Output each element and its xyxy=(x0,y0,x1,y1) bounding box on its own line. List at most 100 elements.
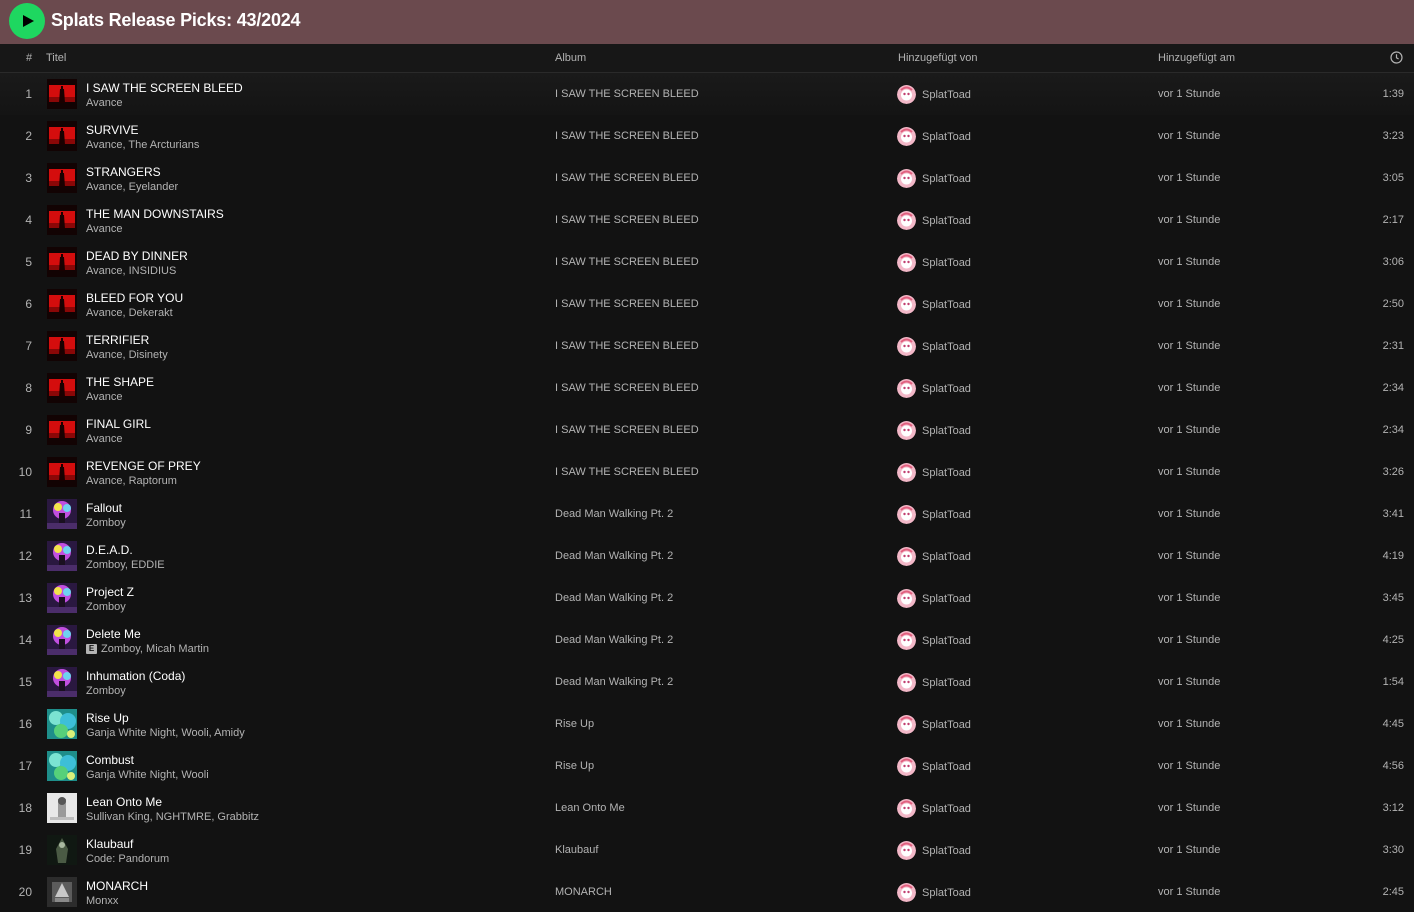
added-by[interactable]: SplatToad xyxy=(897,379,971,398)
track-row[interactable]: 20 MONARCH Monxx MONARCH SplatToad vor 1 Stun… xyxy=(0,871,1414,912)
track-artists[interactable]: Monxx xyxy=(86,895,118,907)
track-row[interactable]: 17 Combust Ganja White Night, Wooli Rise Up… xyxy=(0,745,1414,787)
track-title[interactable]: SURVIVE xyxy=(86,123,138,137)
track-artists-text[interactable]: Zomboy xyxy=(86,601,126,613)
added-by[interactable]: SplatToad xyxy=(897,799,971,818)
clock-icon[interactable] xyxy=(1390,51,1403,64)
track-album[interactable]: I SAW THE SCREEN BLEED xyxy=(555,130,699,142)
track-album[interactable]: Dead Man Walking Pt. 2 xyxy=(555,634,673,646)
track-album[interactable]: I SAW THE SCREEN BLEED xyxy=(555,172,699,184)
track-artists[interactable]: Zomboy xyxy=(86,601,126,613)
track-artists[interactable]: Zomboy xyxy=(86,685,126,697)
added-by[interactable]: SplatToad xyxy=(897,757,971,776)
track-title[interactable]: DEAD BY DINNER xyxy=(86,249,188,263)
track-album[interactable]: I SAW THE SCREEN BLEED xyxy=(555,214,699,226)
track-artists[interactable]: Avance, Raptorum xyxy=(86,475,177,487)
track-row[interactable]: 2 SURVIVE Avance, The Arcturians I SAW THE … xyxy=(0,115,1414,157)
track-row[interactable]: 10 REVENGE OF PREY Avance, Raptorum I SAW T… xyxy=(0,451,1414,493)
track-artists-text[interactable]: Avance xyxy=(86,223,123,235)
track-title[interactable]: MONARCH xyxy=(86,879,148,893)
track-title[interactable]: Rise Up xyxy=(86,711,129,725)
added-by-name[interactable]: SplatToad xyxy=(922,887,971,899)
avatar[interactable] xyxy=(897,169,916,188)
track-artists-text[interactable]: Avance, The Arcturians xyxy=(86,139,199,151)
play-button[interactable] xyxy=(9,3,45,39)
avatar[interactable] xyxy=(897,841,916,860)
track-artists-text[interactable]: Sullivan King, NGHTMRE, Grabbitz xyxy=(86,811,259,823)
track-album[interactable]: I SAW THE SCREEN BLEED xyxy=(555,340,699,352)
added-by-name[interactable]: SplatToad xyxy=(922,509,971,521)
track-artists-text[interactable]: Zomboy, Micah Martin xyxy=(101,643,209,655)
track-album[interactable]: I SAW THE SCREEN BLEED xyxy=(555,382,699,394)
added-by-name[interactable]: SplatToad xyxy=(922,467,971,479)
track-row[interactable]: 1 I SAW THE SCREEN BLEED Avance I SAW THE S… xyxy=(0,73,1414,115)
track-artists[interactable]: Avance xyxy=(86,433,123,445)
track-title[interactable]: REVENGE OF PREY xyxy=(86,459,201,473)
added-by-name[interactable]: SplatToad xyxy=(922,89,971,101)
track-album[interactable]: I SAW THE SCREEN BLEED xyxy=(555,424,699,436)
added-by[interactable]: SplatToad xyxy=(897,211,971,230)
track-title[interactable]: Inhumation (Coda) xyxy=(86,669,185,683)
track-row[interactable]: 5 DEAD BY DINNER Avance, INSIDIUS I SAW THE… xyxy=(0,241,1414,283)
added-by-name[interactable]: SplatToad xyxy=(922,551,971,563)
track-artists-text[interactable]: Ganja White Night, Wooli xyxy=(86,769,209,781)
track-title[interactable]: Project Z xyxy=(86,585,134,599)
added-by[interactable]: SplatToad xyxy=(897,337,971,356)
track-title[interactable]: D.E.A.D. xyxy=(86,543,133,557)
track-artists[interactable]: Zomboy xyxy=(86,517,126,529)
track-artists-text[interactable]: Zomboy, EDDIE xyxy=(86,559,165,571)
track-album[interactable]: Dead Man Walking Pt. 2 xyxy=(555,508,673,520)
added-by-name[interactable]: SplatToad xyxy=(922,845,971,857)
added-by-name[interactable]: SplatToad xyxy=(922,383,971,395)
avatar[interactable] xyxy=(897,505,916,524)
avatar[interactable] xyxy=(897,379,916,398)
track-artists-text[interactable]: Avance xyxy=(86,433,123,445)
added-by[interactable]: SplatToad xyxy=(897,295,971,314)
avatar[interactable] xyxy=(897,337,916,356)
track-row[interactable]: 9 FINAL GIRL Avance I SAW THE SCREEN BLEED S… xyxy=(0,409,1414,451)
avatar[interactable] xyxy=(897,463,916,482)
added-by[interactable]: SplatToad xyxy=(897,673,971,692)
track-row[interactable]: 16 Rise Up Ganja White Night, Wooli, Amidy… xyxy=(0,703,1414,745)
track-artists[interactable]: Avance xyxy=(86,391,123,403)
track-album[interactable]: Dead Man Walking Pt. 2 xyxy=(555,676,673,688)
added-by[interactable]: SplatToad xyxy=(897,505,971,524)
added-by[interactable]: SplatToad xyxy=(897,547,971,566)
avatar[interactable] xyxy=(897,799,916,818)
track-row[interactable]: 15 Inhumation (Coda) Zomboy Dead Man Walkin… xyxy=(0,661,1414,703)
column-header-album[interactable]: Album xyxy=(555,52,586,64)
track-title[interactable]: TERRIFIER xyxy=(86,333,149,347)
track-artists[interactable]: Ganja White Night, Wooli, Amidy xyxy=(86,727,245,739)
track-artists[interactable]: E Zomboy, Micah Martin xyxy=(86,643,209,655)
added-by-name[interactable]: SplatToad xyxy=(922,593,971,605)
added-by-name[interactable]: SplatToad xyxy=(922,803,971,815)
added-by-name[interactable]: SplatToad xyxy=(922,635,971,647)
added-by[interactable]: SplatToad xyxy=(897,421,971,440)
track-row[interactable]: 13 Project Z Zomboy Dead Man Walking Pt. 2 S… xyxy=(0,577,1414,619)
track-artists[interactable]: Avance, Dekerakt xyxy=(86,307,173,319)
avatar[interactable] xyxy=(897,589,916,608)
track-artists-text[interactable]: Monxx xyxy=(86,895,118,907)
track-row[interactable]: 3 STRANGERS Avance, Eyelander I SAW THE SCR… xyxy=(0,157,1414,199)
avatar[interactable] xyxy=(897,673,916,692)
added-by[interactable]: SplatToad xyxy=(897,253,971,272)
track-title[interactable]: FINAL GIRL xyxy=(86,417,151,431)
track-album[interactable]: Dead Man Walking Pt. 2 xyxy=(555,592,673,604)
added-by-name[interactable]: SplatToad xyxy=(922,761,971,773)
track-title[interactable]: Delete Me xyxy=(86,627,141,641)
added-by-name[interactable]: SplatToad xyxy=(922,257,971,269)
track-title[interactable]: Fallout xyxy=(86,501,122,515)
track-artists[interactable]: Sullivan King, NGHTMRE, Grabbitz xyxy=(86,811,259,823)
avatar[interactable] xyxy=(897,295,916,314)
track-artists-text[interactable]: Ganja White Night, Wooli, Amidy xyxy=(86,727,245,739)
track-artists[interactable]: Code: Pandorum xyxy=(86,853,169,865)
track-artists[interactable]: Avance, The Arcturians xyxy=(86,139,199,151)
track-album[interactable]: Lean Onto Me xyxy=(555,802,625,814)
track-artists-text[interactable]: Zomboy xyxy=(86,685,126,697)
track-artists-text[interactable]: Avance, INSIDIUS xyxy=(86,265,176,277)
track-title[interactable]: Lean Onto Me xyxy=(86,795,162,809)
track-album[interactable]: I SAW THE SCREEN BLEED xyxy=(555,298,699,310)
track-row[interactable]: 7 TERRIFIER Avance, Disinety I SAW THE SCRE… xyxy=(0,325,1414,367)
avatar[interactable] xyxy=(897,421,916,440)
track-artists[interactable]: Zomboy, EDDIE xyxy=(86,559,165,571)
